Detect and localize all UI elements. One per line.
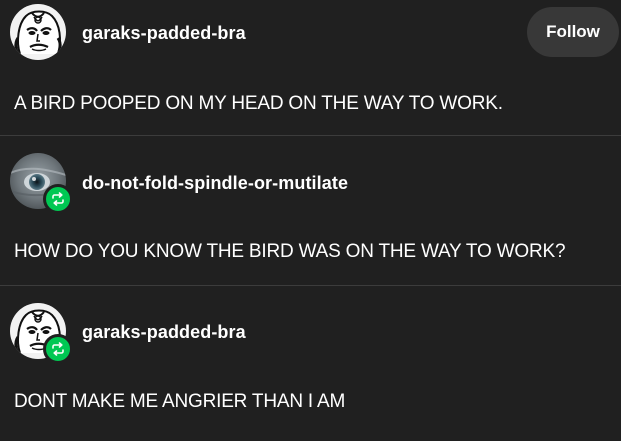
reblog-icon [43, 334, 73, 364]
post-body-text: DONT MAKE ME ANGRIER THAN I AM [14, 391, 346, 412]
avatar[interactable] [10, 303, 73, 364]
post-divider [0, 285, 621, 286]
username[interactable]: garaks-padded-bra [82, 23, 246, 44]
post-body-text: HOW DO YOU KNOW THE BIRD WAS ON THE WAY … [14, 241, 566, 262]
reblog-icon [43, 184, 73, 214]
garak-face-avatar-icon [10, 4, 66, 60]
avatar[interactable] [10, 153, 73, 214]
reblog-thread: garaks-padded-bra Follow A BIRD POOPED O… [0, 0, 621, 441]
avatar[interactable] [10, 4, 66, 60]
username[interactable]: garaks-padded-bra [82, 322, 246, 343]
post-divider [0, 135, 621, 136]
post-body-text: A BIRD POOPED ON MY HEAD ON THE WAY TO W… [14, 93, 503, 114]
follow-button[interactable]: Follow [527, 7, 619, 57]
username[interactable]: do-not-fold-spindle-or-mutilate [82, 173, 348, 194]
